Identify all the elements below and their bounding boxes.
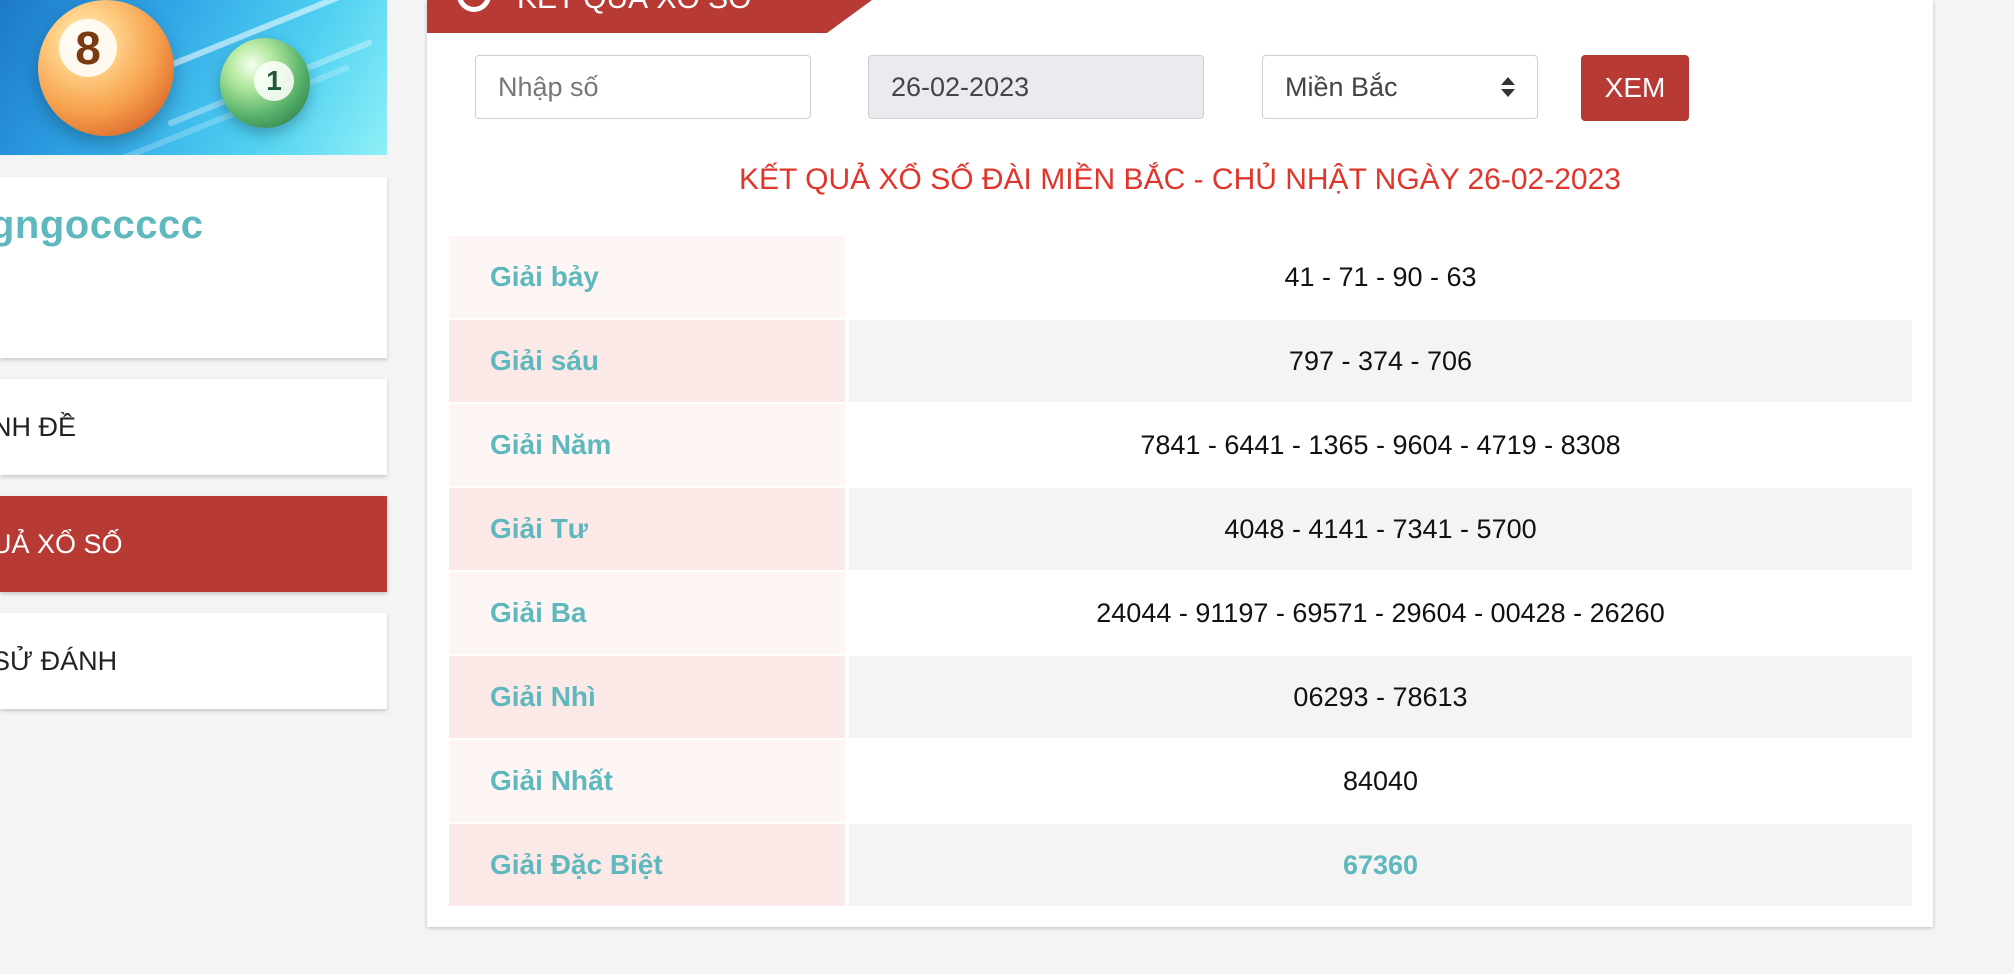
- number-search-input[interactable]: [475, 55, 811, 119]
- date-input[interactable]: [868, 55, 1204, 119]
- prize-name: Giải bảy: [449, 236, 849, 320]
- prize-name: Giải Năm: [449, 404, 849, 488]
- special-prize-numbers: 67360: [849, 824, 1912, 908]
- prize-numbers: 24044 - 91197 - 69571 - 29604 - 00428 - …: [849, 572, 1912, 656]
- region-select[interactable]: Miền Bắc: [1262, 55, 1538, 119]
- sidebar-menu-item-results[interactable]: UẢ XỔ SỐ: [0, 496, 387, 592]
- results-table: Giải bảy 41 - 71 - 90 - 63 Giải sáu 797 …: [449, 236, 1912, 908]
- table-row: Giải Ba 24044 - 91197 - 69571 - 29604 - …: [449, 572, 1912, 656]
- user-card: gngoccccc: [0, 177, 387, 358]
- prize-numbers: 41 - 71 - 90 - 63: [849, 236, 1912, 320]
- table-row: Giải Nhất 84040: [449, 740, 1912, 824]
- prize-name: Giải Nhì: [449, 656, 849, 740]
- prize-numbers: 7841 - 6441 - 1365 - 9604 - 4719 - 8308: [849, 404, 1912, 488]
- prize-name: Giải sáu: [449, 320, 849, 404]
- lottery-banner: 8 1: [0, 0, 387, 155]
- sidebar-menu-label: UẢ XỔ SỐ: [0, 528, 123, 559]
- region-select-value: Miền Bắc: [1285, 71, 1398, 102]
- table-row: Giải Tư 4048 - 4141 - 7341 - 5700: [449, 488, 1912, 572]
- sidebar-menu-label: SỬ ĐÁNH: [0, 645, 118, 676]
- panel-header: KẾT QUẢ XỔ SỐ: [427, 0, 827, 33]
- prize-numbers: 4048 - 4141 - 7341 - 5700: [849, 488, 1912, 572]
- select-arrows-icon: [1501, 77, 1515, 97]
- table-row: Giải Nhì 06293 - 78613: [449, 656, 1912, 740]
- table-row: Giải bảy 41 - 71 - 90 - 63: [449, 236, 1912, 320]
- username: gngoccccc: [0, 203, 204, 247]
- prize-numbers: 797 - 374 - 706: [849, 320, 1912, 404]
- green-ball-icon: 1: [220, 38, 310, 128]
- prize-name: Giải Đặc Biệt: [449, 824, 849, 908]
- orange-ball-icon: 8: [38, 0, 174, 136]
- sidebar-menu-label: NH ĐỀ: [0, 411, 77, 442]
- prize-name: Giải Tư: [449, 488, 849, 572]
- prize-numbers: 84040: [849, 740, 1912, 824]
- panel-header-corner: [827, 0, 872, 33]
- ball-number: 1: [254, 61, 294, 101]
- table-row: Giải Đặc Biệt 67360: [449, 824, 1912, 908]
- prize-name: Giải Nhất: [449, 740, 849, 824]
- panel-header-title: KẾT QUẢ XỔ SỐ: [517, 0, 752, 16]
- trophy-icon: [457, 0, 491, 12]
- table-row: Giải sáu 797 - 374 - 706: [449, 320, 1912, 404]
- table-row: Giải Năm 7841 - 6441 - 1365 - 9604 - 471…: [449, 404, 1912, 488]
- ball-number: 8: [59, 19, 117, 77]
- view-button[interactable]: XEM: [1581, 55, 1689, 121]
- prize-numbers: 06293 - 78613: [849, 656, 1912, 740]
- result-title: KẾT QUẢ XỔ SỐ ĐÀI MIỀN BẮC - CHỦ NHẬT NG…: [739, 163, 1621, 196]
- results-panel: KẾT QUẢ XỔ SỐ Miền Bắc XEM KẾT QUẢ XỔ SỐ…: [427, 0, 1933, 927]
- prize-name: Giải Ba: [449, 572, 849, 656]
- sidebar-menu-item-history[interactable]: SỬ ĐÁNH: [0, 613, 387, 709]
- sidebar-menu-item-bet[interactable]: NH ĐỀ: [0, 379, 387, 475]
